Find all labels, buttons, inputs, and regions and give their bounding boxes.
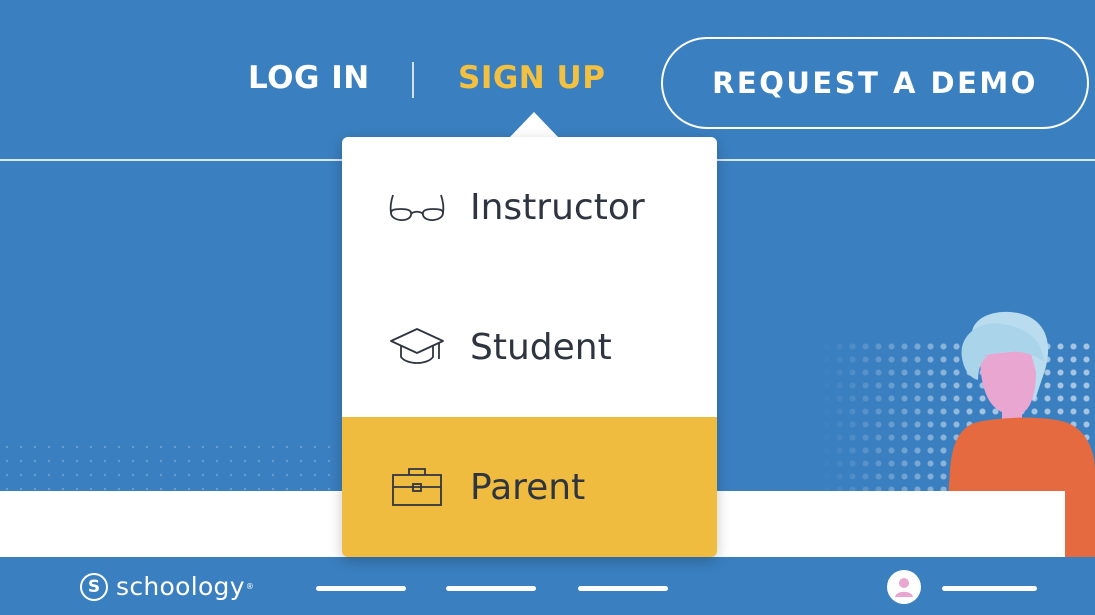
request-demo-button[interactable]: REQUEST A DEMO xyxy=(661,37,1089,129)
briefcase-icon xyxy=(386,463,448,511)
dropdown-caret xyxy=(509,112,559,138)
dropdown-item-label: Student xyxy=(470,326,612,368)
login-link[interactable]: LOG IN xyxy=(248,60,370,96)
placeholder-nav-line-3 xyxy=(578,586,668,591)
placeholder-user-line xyxy=(942,586,1037,591)
dropdown-item-label: Instructor xyxy=(470,186,645,228)
logo-trademark: ® xyxy=(245,582,254,591)
graduation-cap-icon xyxy=(386,323,448,371)
signup-page: LOG IN SIGN UP REQUEST A DEMO S schoolog… xyxy=(0,0,1095,615)
logo-text: schoology xyxy=(116,572,245,601)
dropdown-item-parent[interactable]: Parent xyxy=(342,417,717,557)
placeholder-nav-line-2 xyxy=(446,586,536,591)
avatar xyxy=(887,570,921,604)
dropdown-item-student[interactable]: Student xyxy=(342,277,717,417)
signup-link[interactable]: SIGN UP xyxy=(458,60,605,96)
placeholder-nav-line-1 xyxy=(316,586,406,591)
schoology-logo[interactable]: S schoology ® xyxy=(80,572,254,601)
nav-separator xyxy=(412,62,414,98)
signup-dropdown: Instructor Student Parent xyxy=(342,137,717,557)
dropdown-item-label: Parent xyxy=(470,466,586,508)
logo-mark: S xyxy=(80,572,108,601)
glasses-icon xyxy=(386,183,448,231)
user-icon xyxy=(895,578,913,597)
dropdown-item-instructor[interactable]: Instructor xyxy=(342,137,717,277)
